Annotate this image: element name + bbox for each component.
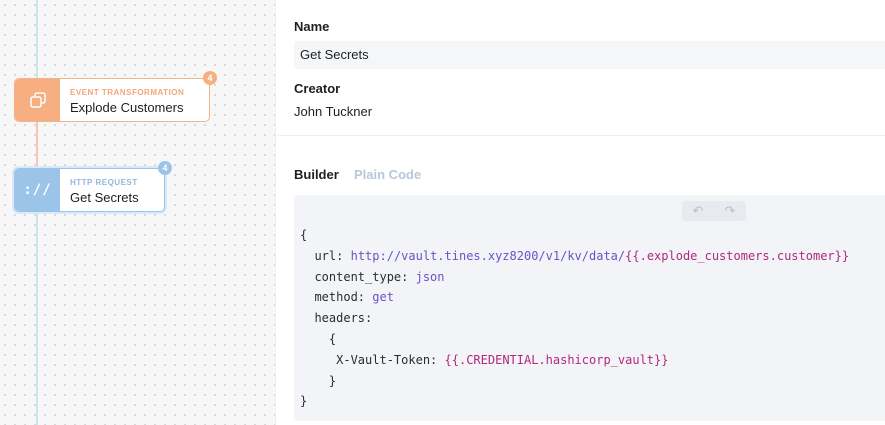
code-content: { url: http://vault.tines.xyz8200/v1/kv/…: [300, 225, 849, 412]
node-kind: HTTP REQUEST: [70, 178, 138, 187]
tab-plain-code[interactable]: Plain Code: [354, 167, 421, 182]
divider: [277, 135, 885, 136]
code-value-content-type: json: [415, 269, 445, 284]
action-properties-panel: Name Get Secrets Creator John Tuckner Bu…: [277, 0, 885, 425]
node-title: Explode Customers: [70, 100, 184, 115]
connector-line: [36, 212, 38, 425]
connector-line: [36, 122, 38, 170]
node-count-badge: 4: [203, 71, 217, 85]
name-field[interactable]: Get Secrets: [294, 41, 885, 69]
code-template-url: {{.explode_customers.customer}}: [625, 248, 850, 263]
redo-icon[interactable]: ↷: [725, 203, 736, 219]
app-root: EVENT TRANSFORMATION Explode Customers 4…: [0, 0, 885, 425]
code-brace: }: [328, 373, 337, 388]
creator-value: John Tuckner: [294, 104, 373, 119]
name-label: Name: [294, 19, 330, 34]
code-brace: {: [300, 228, 308, 242]
story-canvas[interactable]: EVENT TRANSFORMATION Explode Customers 4…: [0, 0, 276, 425]
node-kind: EVENT TRANSFORMATION: [70, 88, 185, 97]
code-key-token: X-Vault-Token:: [336, 352, 438, 367]
action-node-get-secrets[interactable]: :// HTTP REQUEST Get Secrets 4: [14, 161, 172, 212]
action-node-explode-customers[interactable]: EVENT TRANSFORMATION Explode Customers 4: [14, 71, 217, 122]
code-key-method: method:: [314, 290, 366, 305]
code-brace: }: [300, 394, 308, 409]
code-template-token: {{.CREDENTIAL.hashicorp_vault}}: [444, 352, 669, 367]
code-brace: {: [328, 331, 337, 346]
code-value-url: http://vault.tines.xyz8200/v1/kv/data/: [350, 248, 626, 263]
undo-icon[interactable]: ↶: [693, 203, 704, 219]
code-value-method: get: [372, 290, 394, 305]
code-editor[interactable]: ↶ ↷ { url: http://vault.tines.xyz8200/v1…: [294, 195, 885, 421]
creator-label: Creator: [294, 81, 341, 96]
node-count-badge: 4: [158, 161, 172, 175]
http-icon: ://: [15, 169, 60, 211]
node-title: Get Secrets: [70, 190, 139, 205]
tab-builder[interactable]: Builder: [294, 167, 339, 182]
copy-icon: [15, 79, 60, 121]
code-key-url: url:: [314, 248, 344, 263]
connector-line: [36, 0, 38, 80]
editor-toolbar: ↶ ↷: [682, 201, 746, 221]
code-key-headers: headers:: [314, 311, 373, 326]
code-key-content-type: content_type:: [314, 269, 409, 284]
